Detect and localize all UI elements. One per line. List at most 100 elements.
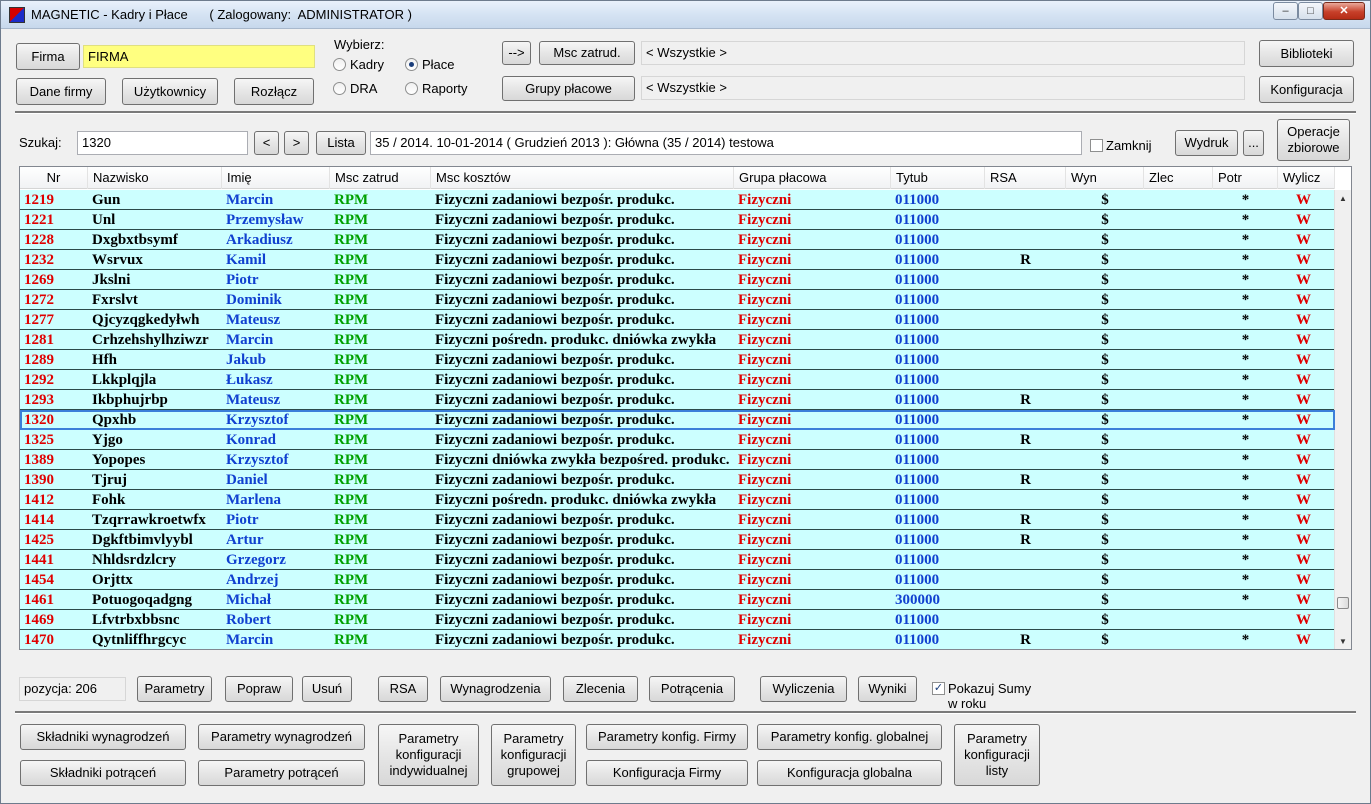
more-button[interactable]: ...	[1243, 130, 1264, 156]
column-header-nazwisko[interactable]: Nazwisko	[88, 167, 222, 189]
table-row[interactable]: 1461 Potuogoqadgng Michał RPM Fizyczni zadan…	[20, 590, 1335, 610]
radio-kadry[interactable]: Kadry	[333, 57, 384, 72]
scroll-thumb[interactable]	[1337, 597, 1349, 609]
parametry-konfiguracji-listy-button[interactable]: Parametry konfiguracji listy	[954, 724, 1040, 786]
radio-raporty[interactable]: Raporty	[405, 81, 468, 96]
column-header-rsa[interactable]: RSA	[985, 167, 1066, 189]
firma-field[interactable]: FIRMA	[83, 45, 315, 68]
table-row[interactable]: 1469 Lfvtrbxbbsnc Robert RPM Fizyczni zadani…	[20, 610, 1335, 630]
table-row[interactable]: 1272 Fxrslvt Dominik RPM Fizyczni zadaniowi …	[20, 290, 1335, 310]
table-row[interactable]: 1228 Dxgbxtbsymf Arkadiusz RPM Fizyczni zada…	[20, 230, 1335, 250]
table-row[interactable]: 1414 Tzqrrawkroetwfx Piotr RPM Fizyczni zada…	[20, 510, 1335, 530]
firma-button[interactable]: Firma	[16, 43, 80, 70]
cell-msc: RPM	[334, 452, 369, 468]
parametry-konfig-globalnej-button[interactable]: Parametry konfig. globalnej	[757, 724, 942, 750]
table-row[interactable]: 1325 Yjgo Konrad RPM Fizyczni zadaniowi bezp…	[20, 430, 1335, 450]
column-header-wyn[interactable]: Wyn	[1066, 167, 1144, 189]
column-header-zlec[interactable]: Zlec	[1144, 167, 1213, 189]
wybierz-label: Wybierz:	[334, 37, 385, 52]
table-row[interactable]: 1269 Jkslni Piotr RPM Fizyczni zadaniowi bez…	[20, 270, 1335, 290]
table-row[interactable]: 1389 Yopopes Krzysztof RPM Fizyczni dniówka …	[20, 450, 1335, 470]
radio-raporty-dot[interactable]	[405, 82, 418, 95]
parametry-konfig-firmy-button[interactable]: Parametry konfig. Firmy	[586, 724, 748, 750]
column-header-potr[interactable]: Potr	[1213, 167, 1278, 189]
btn-line: konfiguracji	[395, 747, 462, 762]
cell-wylicz: W	[1296, 392, 1311, 408]
table-row[interactable]: 1232 Wsrvux Kamil RPM Fizyczni zadaniowi bez…	[20, 250, 1335, 270]
popraw-button[interactable]: Popraw	[225, 676, 293, 702]
parametry-konfiguracji-indywidualnej-button[interactable]: Parametry konfiguracji indywidualnej	[378, 724, 479, 786]
table-row[interactable]: 1289 Hfh Jakub RPM Fizyczni zadaniowi bezpoś…	[20, 350, 1335, 370]
uzytkownicy-button[interactable]: Użytkownicy	[122, 78, 218, 105]
cell-imie: Robert	[226, 612, 271, 628]
dane-firmy-button[interactable]: Dane firmy	[16, 78, 106, 105]
zamknij-checkbox[interactable]: Zamknij	[1090, 138, 1152, 153]
scroll-down-icon[interactable]: ▼	[1335, 633, 1351, 649]
btn-line: Parametry	[503, 731, 564, 746]
cell-tytub: 011000	[895, 412, 940, 428]
zamknij-checkbox-box[interactable]	[1090, 139, 1103, 152]
cell-potr: *	[1241, 352, 1250, 368]
parametry-konfiguracji-grupowej-button[interactable]: Parametry konfiguracji grupowej	[491, 724, 576, 786]
pokazuj-sumy-checkbox-box[interactable]: ✓	[932, 682, 945, 695]
cell-tytub: 011000	[895, 232, 940, 248]
column-header-wylicz[interactable]: Wylicz	[1278, 167, 1335, 189]
konfiguracja-globalna-button[interactable]: Konfiguracja globalna	[757, 760, 942, 786]
potracenia-button[interactable]: Potrącenia	[649, 676, 735, 702]
table-row[interactable]: 1277 Qjcyzqgkedyłwh Mateusz RPM Fizyczni zad…	[20, 310, 1335, 330]
konfiguracja-button[interactable]: Konfiguracja	[1259, 76, 1354, 103]
operacje-zbiorowe-button[interactable]: Operacje zbiorowe	[1277, 119, 1350, 161]
table-row[interactable]: 1441 Nhldsrdzlcry Grzegorz RPM Fizyczni zada…	[20, 550, 1335, 570]
prev-button[interactable]: <	[254, 131, 279, 155]
skladniki-wynagrodzen-button[interactable]: Składniki wynagrodzeń	[20, 724, 186, 750]
close-button[interactable]: ✕	[1323, 2, 1365, 20]
parametry-wynagrodzen-button[interactable]: Parametry wynagrodzeń	[198, 724, 365, 750]
table-row[interactable]: 1293 Ikbphujrbp Mateusz RPM Fizyczni zadanio…	[20, 390, 1335, 410]
radio-kadry-dot[interactable]	[333, 58, 346, 71]
konfiguracja-firmy-button[interactable]: Konfiguracja Firmy	[586, 760, 748, 786]
usun-button[interactable]: Usuń	[302, 676, 352, 702]
table-row[interactable]: 1412 Fohk Marlena RPM Fizyczni pośredn. prod…	[20, 490, 1335, 510]
zlecenia-button[interactable]: Zlecenia	[563, 676, 638, 702]
column-header-grupa[interactable]: Grupa płacowa	[734, 167, 891, 189]
skladniki-potracen-button[interactable]: Składniki potrąceń	[20, 760, 186, 786]
vertical-scrollbar[interactable]: ▲ ▼	[1334, 190, 1351, 649]
rsa-button[interactable]: RSA	[378, 676, 428, 702]
table-row[interactable]: 1470 Qytnliffhrgcyc Marcin RPM Fizyczni zada…	[20, 630, 1335, 649]
column-header-nr[interactable]: Nr	[20, 167, 88, 189]
column-header-imie[interactable]: Imię	[222, 167, 330, 189]
biblioteki-button[interactable]: Biblioteki	[1259, 40, 1354, 67]
table-row[interactable]: 1281 Crhzehshylhziwzr Marcin RPM Fizyczni po…	[20, 330, 1335, 350]
wynagrodzenia-button[interactable]: Wynagrodzenia	[440, 676, 551, 702]
radio-dra[interactable]: DRA	[333, 81, 377, 96]
column-header-tytub[interactable]: Tytub	[891, 167, 985, 189]
parametry-button[interactable]: Parametry	[137, 676, 212, 702]
lista-button[interactable]: Lista	[316, 131, 366, 155]
next-button[interactable]: >	[284, 131, 309, 155]
minimize-button[interactable]: ‒	[1273, 2, 1298, 20]
maximize-button[interactable]: □	[1298, 2, 1323, 20]
msc-zatrud-button[interactable]: Msc zatrud.	[539, 41, 635, 65]
column-header-msc[interactable]: Msc zatrud	[330, 167, 431, 189]
radio-dra-dot[interactable]	[333, 82, 346, 95]
search-input[interactable]: 1320	[77, 131, 248, 155]
table-row[interactable]: 1425 Dgkftbimvlyybl Artur RPM Fizyczni zadan…	[20, 530, 1335, 550]
wydruk-button[interactable]: Wydruk	[1175, 130, 1238, 156]
table-row[interactable]: 1320 Qpxhb Krzysztof RPM Fizyczni zadaniowi …	[20, 410, 1335, 430]
wyliczenia-button[interactable]: Wyliczenia	[760, 676, 847, 702]
radio-place[interactable]: Płace	[405, 57, 455, 72]
scroll-up-icon[interactable]: ▲	[1335, 190, 1351, 207]
rozlacz-button[interactable]: Rozłącz	[234, 78, 314, 105]
radio-place-dot[interactable]	[405, 58, 418, 71]
arrow-button[interactable]: -->	[502, 41, 531, 65]
table-row[interactable]: 1454 Orjttx Andrzej RPM Fizyczni zadaniowi b…	[20, 570, 1335, 590]
column-header-koszt[interactable]: Msc kosztów	[431, 167, 734, 189]
grupy-placowe-button[interactable]: Grupy płacowe	[502, 76, 635, 101]
pokazuj-sumy-checkbox[interactable]: ✓ Pokazuj Sumy w roku	[932, 681, 1031, 711]
parametry-potracen-button[interactable]: Parametry potrąceń	[198, 760, 365, 786]
wyniki-button[interactable]: Wyniki	[858, 676, 917, 702]
table-row[interactable]: 1219 Gun Marcin RPM Fizyczni zadaniowi bezpo…	[20, 190, 1335, 210]
table-row[interactable]: 1390 Tjruj Daniel RPM Fizyczni zadaniowi bez…	[20, 470, 1335, 490]
table-row[interactable]: 1292 Lkkplqjla Łukasz RPM Fizyczni zadaniowi…	[20, 370, 1335, 390]
table-row[interactable]: 1221 Unl Przemysław RPM Fizyczni zadaniowi b…	[20, 210, 1335, 230]
